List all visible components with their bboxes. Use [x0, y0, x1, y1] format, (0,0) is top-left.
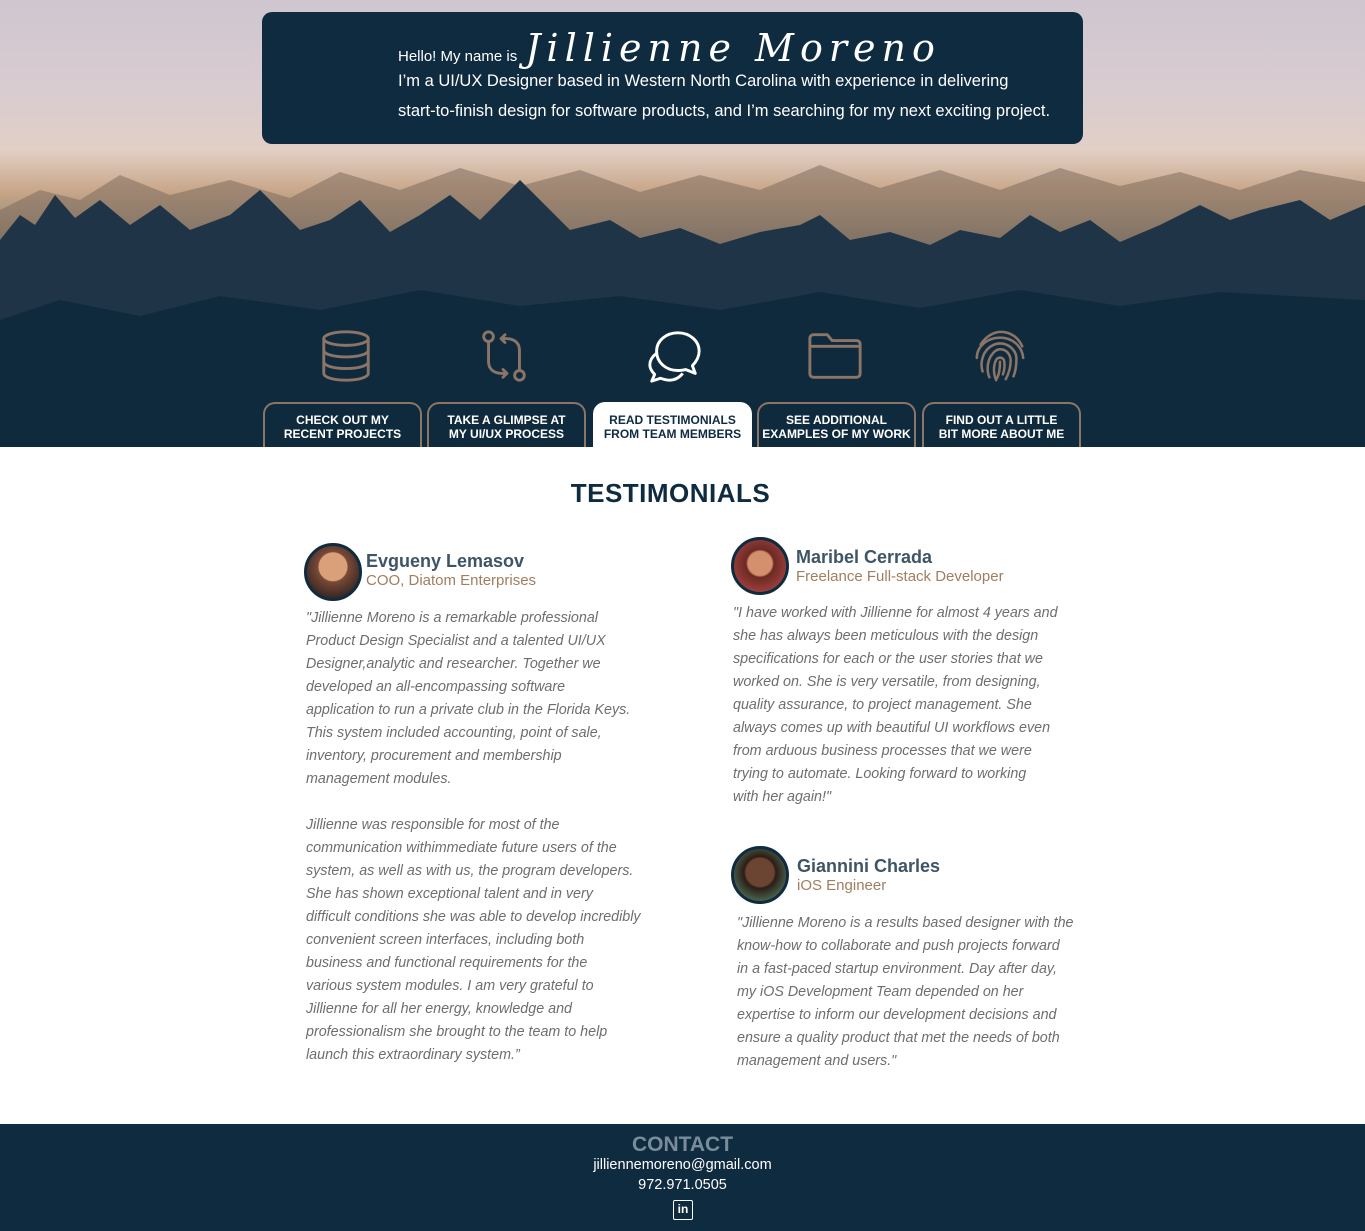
avatar	[731, 846, 789, 904]
tab-label-line-1: CHECK OUT MY	[296, 412, 389, 427]
contact-footer: CONTACT jilliennemoreno@gmail.com 972.97…	[0, 1124, 1365, 1231]
database-icon[interactable]	[316, 326, 376, 386]
quote-line: Jillienne was responsible for most of th…	[306, 817, 560, 833]
quote-line: business and functional requirements for…	[306, 955, 588, 971]
tab-label-line-2: BIT MORE ABOUT ME	[938, 426, 1065, 441]
testimonial-author-name: Evgueny Lemasov	[366, 551, 525, 571]
testimonial-author-name: Maribel Cerrada	[796, 547, 933, 567]
quote-line: difficult conditions she was able to dev…	[306, 909, 641, 925]
tab-label-line-1: TAKE A GLIMPSE AT	[447, 412, 566, 427]
quote-line: management and users."	[737, 1053, 897, 1069]
quote-line: "Jillienne Moreno is a results based des…	[737, 915, 1074, 931]
name-signature: Jillienne Moreno	[525, 26, 941, 70]
quote-line: developed an all-encompassing software	[306, 679, 566, 695]
quote-line: quality assurance, to project management…	[733, 697, 1032, 713]
tab-label-line-2: EXAMPLES OF MY WORK	[762, 426, 911, 441]
fingerprint-icon[interactable]	[970, 326, 1030, 386]
quote-line: worked on. She is very versatile, from d…	[733, 674, 1041, 690]
quote-line: she has always been meticulous with the …	[733, 628, 1039, 644]
testimonial-author-role: iOS Engineer	[797, 877, 887, 894]
quote-line: in a fast-paced startup environment. Day…	[737, 961, 1057, 977]
quote-line: professionalism she brought to the team …	[306, 1024, 608, 1040]
quote-line: management modules.	[306, 771, 452, 787]
quote-line	[306, 791, 641, 814]
tab-label-line-1: SEE ADDITIONAL	[786, 412, 887, 427]
quote-line: "Jillienne Moreno is a remarkable profes…	[306, 610, 598, 626]
intro-bio-line-2: start-to-finish design for software prod…	[398, 102, 1051, 120]
quote-line: "I have worked with Jillienne for almost…	[733, 605, 1058, 621]
quote-line: launch this extraordinary system.”	[306, 1047, 520, 1063]
tab-label-line-2: FROM TEAM MEMBERS	[603, 426, 742, 441]
testimonial-author-role: COO, Diatom Enterprises	[366, 572, 537, 589]
quote-line: Product Design Specialist and a talented…	[306, 633, 606, 649]
tab-label-line-2: MY UI/UX PROCESS	[448, 426, 565, 441]
tab-uiux-process[interactable]: TAKE A GLIMPSE AT MY UI/UX PROCESS	[427, 402, 586, 447]
quote-line: communication withimmediate future users…	[306, 840, 617, 856]
quote-line: specifications for each or the user stor…	[733, 651, 1043, 667]
contact-phone: 972.971.0505	[638, 1177, 727, 1193]
tab-testimonials[interactable]: READ TESTIMONIALS FROM TEAM MEMBERS	[593, 402, 752, 447]
intro-bio-line-1: I’m a UI/UX Designer based in Western No…	[398, 72, 1009, 90]
testimonial-quote: "Jillienne Moreno is a remarkable profes…	[306, 607, 641, 1067]
quote-line: Jillienne for all her energy, knowledge …	[306, 1001, 572, 1017]
quote-line: with her again!"	[733, 789, 832, 805]
testimonials-heading: TESTIMONIALS	[570, 478, 771, 508]
tab-label-line-1: FIND OUT A LITTLE	[945, 412, 1058, 427]
intro-card: Hello! My name is Jillienne Moreno I’m a …	[262, 12, 1083, 144]
testimonial-quote: "I have worked with Jillienne for almost…	[733, 602, 1058, 809]
quote-line: my iOS Development Team depended on her	[737, 984, 1024, 1000]
testimonial-author-name: Giannini Charles	[797, 856, 941, 876]
quote-line: expertise to inform our development deci…	[737, 1007, 1057, 1023]
quote-line: always comes up with beautiful UI workfl…	[733, 720, 1051, 736]
tab-additional-examples[interactable]: SEE ADDITIONAL EXAMPLES OF MY WORK	[757, 402, 916, 447]
quote-line: various system modules. I am very gratef…	[306, 978, 594, 994]
folder-icon[interactable]	[805, 326, 865, 386]
quote-line: She has shown exceptional talent and in …	[306, 886, 593, 902]
tab-label-line-1: READ TESTIMONIALS	[609, 412, 736, 427]
quote-line: trying to automate. Looking forward to w…	[733, 766, 1027, 782]
quote-line: system, as well as with us, the program …	[306, 863, 634, 879]
quote-line: application to run a private club in the…	[306, 702, 631, 718]
tab-recent-projects[interactable]: CHECK OUT MY RECENT PROJECTS	[263, 402, 422, 447]
forest-background	[0, 165, 1365, 447]
contact-heading: CONTACT	[631, 1133, 734, 1156]
testimonial-quote: "Jillienne Moreno is a results based des…	[737, 912, 1073, 1073]
avatar	[731, 537, 789, 595]
linkedin-icon[interactable]: in	[673, 1200, 693, 1220]
greeting-text: Hello! My name is	[398, 48, 518, 65]
quote-line: from arduous business processes that we …	[733, 743, 1032, 759]
avatar	[304, 543, 362, 601]
tab-about-me[interactable]: FIND OUT A LITTLE BIT MORE ABOUT ME	[922, 402, 1081, 447]
quote-line: Designer,analytic and researcher. Togeth…	[306, 656, 601, 672]
quote-line: inventory, procurement and membership	[306, 748, 562, 764]
git-compare-icon[interactable]	[474, 326, 534, 386]
intro-greeting-row: Hello! My name is Jillienne Moreno	[398, 26, 941, 76]
tab-label-line-2: RECENT PROJECTS	[283, 426, 402, 441]
testimonial-author-role: Freelance Full-stack Developer	[796, 568, 1004, 585]
quote-line: convenient screen interfaces, including …	[306, 932, 585, 948]
quote-line: know-how to collaborate and push project…	[737, 938, 1060, 954]
chat-bubbles-icon[interactable]	[644, 326, 704, 386]
hero-banner: Hello! My name is Jillienne Moreno I’m a …	[0, 0, 1365, 447]
quote-line: This system included accounting, point o…	[306, 725, 602, 741]
quote-line: ensure a quality product that met the ne…	[737, 1030, 1060, 1046]
contact-email-link[interactable]: jilliennemoreno@gmail.com	[0, 1157, 1365, 1173]
